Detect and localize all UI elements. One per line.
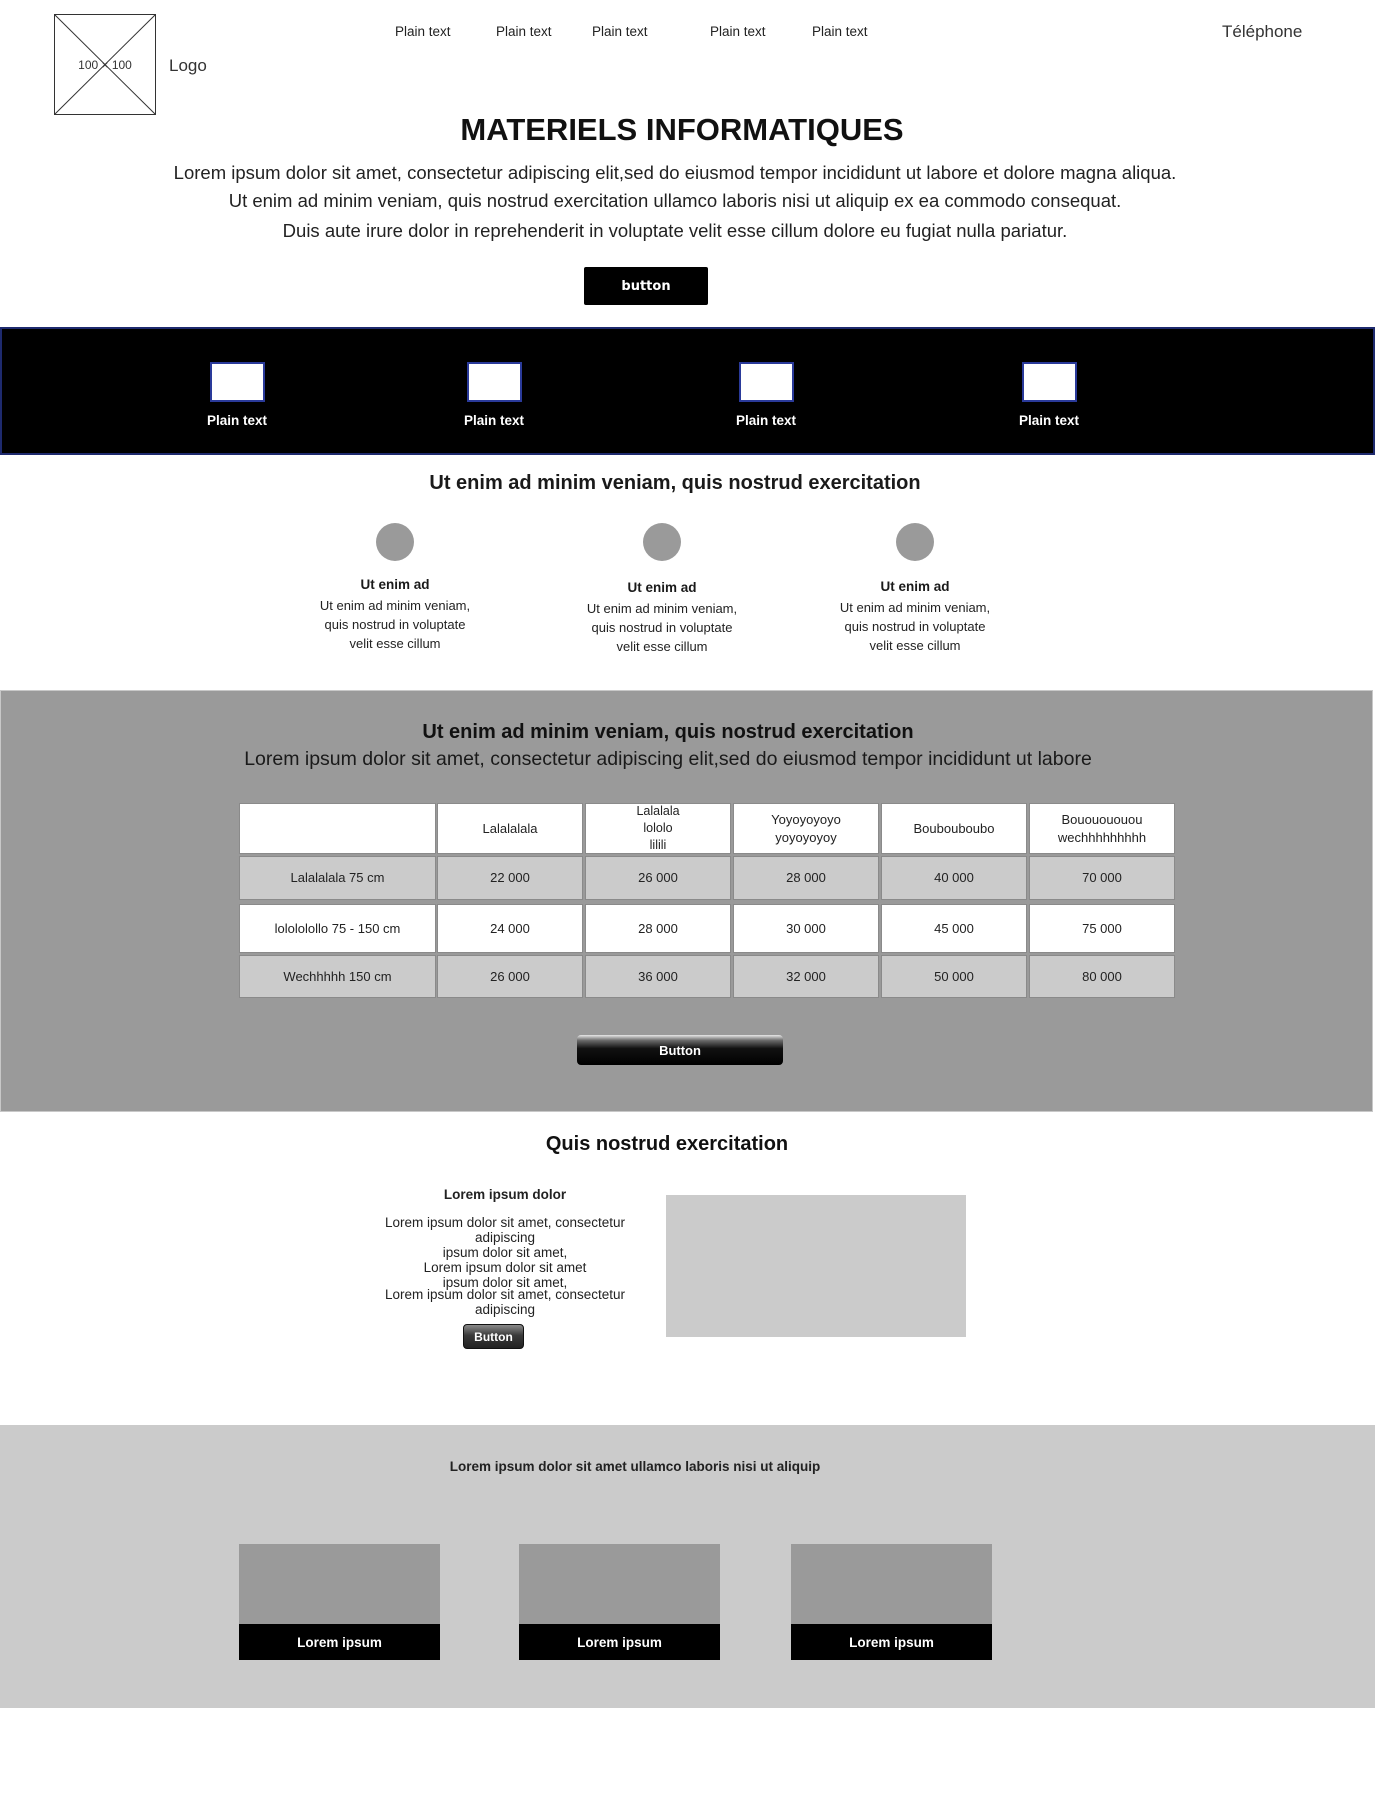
info-column-text: Ut enim ad minim veniam, quis nostrud in… bbox=[319, 598, 471, 651]
circle-icon bbox=[376, 523, 414, 561]
feature-label: Plain text bbox=[1018, 413, 1080, 428]
pricing-title: Ut enim ad minim veniam, quis nostrud ex… bbox=[422, 721, 914, 743]
table-cell: 80 000 bbox=[1029, 955, 1175, 998]
feature-item-1[interactable]: Plain text bbox=[177, 362, 297, 428]
table-cell: 75 000 bbox=[1029, 904, 1175, 953]
info-column-3: Ut enim ad Ut enim ad minim veniam, quis… bbox=[815, 523, 1015, 655]
logo-placeholder[interactable]: 100 × 100 bbox=[54, 14, 156, 115]
table-cell: 26 000 bbox=[585, 856, 731, 900]
card-caption: Lorem ipsum bbox=[519, 1624, 720, 1660]
feature-label: Plain text bbox=[206, 413, 268, 428]
pricing-subtitle: Lorem ipsum dolor sit amet, consectetur … bbox=[244, 748, 1092, 770]
quis-body-last: Lorem ipsum dolor sit amet, consectetur … bbox=[384, 1287, 626, 1317]
feature-label: Plain text bbox=[735, 413, 797, 428]
table-cell: 30 000 bbox=[733, 904, 879, 953]
nav-item-5[interactable]: Plain text bbox=[812, 24, 868, 39]
table-header-cell: Lalalalala bbox=[437, 803, 583, 854]
logo-dimensions: 100 × 100 bbox=[78, 58, 132, 72]
table-cell: 50 000 bbox=[881, 955, 1027, 998]
table-cell: lolololollo 75 - 150 cm bbox=[239, 904, 436, 953]
card-image-placeholder bbox=[791, 1544, 992, 1624]
card-3[interactable]: Lorem ipsum bbox=[791, 1544, 992, 1660]
table-cell: 32 000 bbox=[733, 955, 879, 998]
circle-icon bbox=[643, 523, 681, 561]
phone-link[interactable]: Téléphone bbox=[1222, 22, 1302, 42]
nav-item-4[interactable]: Plain text bbox=[710, 24, 766, 39]
table-cell: 70 000 bbox=[1029, 856, 1175, 900]
feature-image-placeholder bbox=[209, 362, 265, 402]
card-1[interactable]: Lorem ipsum bbox=[239, 1544, 440, 1660]
hero-line-2: Ut enim ad minim veniam, quis nostrud ex… bbox=[228, 190, 1122, 211]
table-cell: 24 000 bbox=[437, 904, 583, 953]
page-title: MATERIELS INFORMATIQUES bbox=[460, 112, 904, 147]
info-column-text: Ut enim ad minim veniam, quis nostrud in… bbox=[839, 600, 991, 653]
info-column-title: Ut enim ad bbox=[360, 577, 430, 592]
feature-label: Plain text bbox=[463, 413, 525, 428]
info-column-1: Ut enim ad Ut enim ad minim veniam, quis… bbox=[295, 523, 495, 653]
logo-label: Logo bbox=[169, 56, 207, 75]
card-caption: Lorem ipsum bbox=[791, 1624, 992, 1660]
feature-image-placeholder bbox=[738, 362, 794, 402]
table-cell: 45 000 bbox=[881, 904, 1027, 953]
info-column-title: Ut enim ad bbox=[627, 580, 697, 595]
quis-button[interactable]: Button bbox=[463, 1324, 524, 1349]
table-cell: 28 000 bbox=[733, 856, 879, 900]
hero-line-3: Duis aute irure dolor in reprehenderit i… bbox=[282, 220, 1068, 241]
info-column-text: Ut enim ad minim veniam, quis nostrud in… bbox=[586, 601, 738, 654]
table-header-cell: Boubouboubo bbox=[881, 803, 1027, 854]
feature-item-4[interactable]: Plain text bbox=[989, 362, 1109, 428]
section-title: Ut enim ad minim veniam, quis nostrud ex… bbox=[429, 472, 921, 494]
table-cell: Wechhhhh 150 cm bbox=[239, 955, 436, 998]
circle-icon bbox=[896, 523, 934, 561]
quis-heading: Lorem ipsum dolor bbox=[443, 1187, 567, 1202]
feature-item-2[interactable]: Plain text bbox=[434, 362, 554, 428]
feature-image-placeholder bbox=[466, 362, 522, 402]
nav-item-1[interactable]: Plain text bbox=[395, 24, 451, 39]
pricing-button[interactable]: Button bbox=[577, 1035, 783, 1065]
card-image-placeholder bbox=[519, 1544, 720, 1624]
feature-image-placeholder bbox=[1021, 362, 1077, 402]
table-header-cell: Yoyoyoyoyo yoyoyoyoy bbox=[733, 803, 879, 854]
table-cell: 26 000 bbox=[437, 955, 583, 998]
table-cell: 28 000 bbox=[585, 904, 731, 953]
table-cell: 22 000 bbox=[437, 856, 583, 900]
card-2[interactable]: Lorem ipsum bbox=[519, 1544, 720, 1660]
quis-body: Lorem ipsum dolor sit amet, consectetur … bbox=[384, 1215, 626, 1290]
table-cell: 36 000 bbox=[585, 955, 731, 998]
info-column-2: Ut enim ad Ut enim ad minim veniam, quis… bbox=[562, 523, 762, 656]
quis-title: Quis nostrud exercitation bbox=[545, 1133, 789, 1155]
table-header-cell bbox=[239, 803, 436, 854]
nav-item-3[interactable]: Plain text bbox=[592, 24, 648, 39]
table-cell: Lalalalala 75 cm bbox=[239, 856, 436, 900]
table-header-cell: Lalalala lololo lilili bbox=[585, 803, 731, 854]
hero-line-1: Lorem ipsum dolor sit amet, consectetur … bbox=[173, 162, 1177, 183]
card-caption: Lorem ipsum bbox=[239, 1624, 440, 1660]
footer-title: Lorem ipsum dolor sit amet ullamco labor… bbox=[449, 1459, 821, 1474]
card-image-placeholder bbox=[239, 1544, 440, 1624]
nav-item-2[interactable]: Plain text bbox=[496, 24, 552, 39]
table-header-cell: Bououououou wechhhhhhhhh bbox=[1029, 803, 1175, 854]
feature-item-3[interactable]: Plain text bbox=[706, 362, 826, 428]
image-placeholder bbox=[666, 1195, 966, 1337]
info-column-title: Ut enim ad bbox=[880, 579, 950, 594]
table-cell: 40 000 bbox=[881, 856, 1027, 900]
hero-button[interactable]: button bbox=[584, 267, 708, 305]
